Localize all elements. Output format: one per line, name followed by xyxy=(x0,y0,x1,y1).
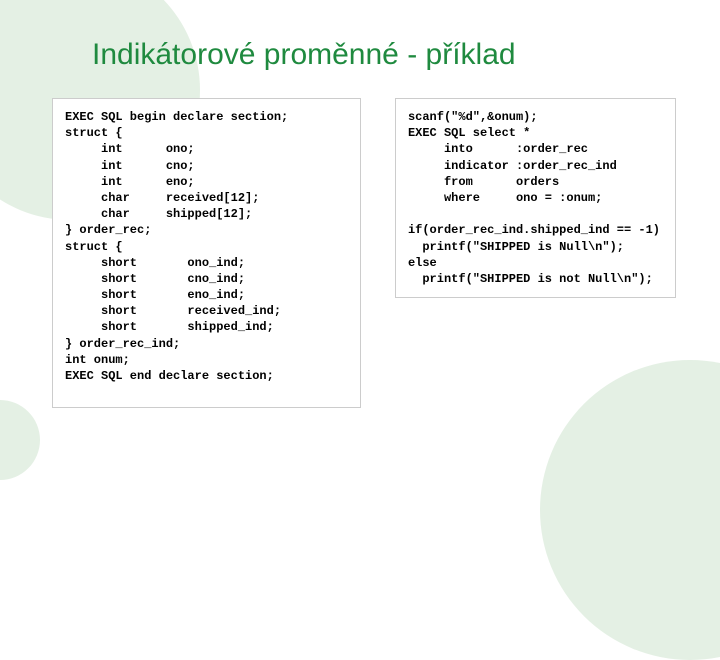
code-block-right: scanf("%d",&onum); EXEC SQL select * int… xyxy=(395,98,676,298)
content-row: EXEC SQL begin declare section; struct {… xyxy=(0,72,720,408)
code-block-left: EXEC SQL begin declare section; struct {… xyxy=(52,98,361,408)
slide-title: Indikátorové proměnné - příklad xyxy=(0,0,720,72)
bg-circle-left xyxy=(0,400,40,480)
